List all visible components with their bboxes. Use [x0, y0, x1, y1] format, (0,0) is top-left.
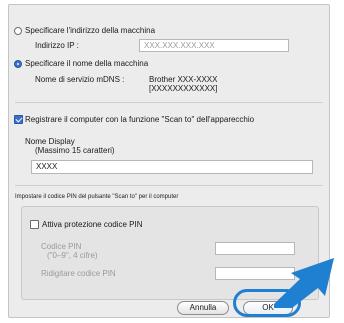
pin-enable-checkbox[interactable] — [30, 220, 39, 229]
separator — [15, 102, 323, 103]
pointer-arrow-icon — [274, 258, 334, 308]
ip-address-input[interactable]: XXX.XXX.XXX.XXX — [139, 39, 289, 52]
pin-enable-label: Attiva protezione codice PIN — [42, 220, 143, 229]
radio-specify-name[interactable] — [14, 60, 22, 68]
pin-confirm-label: Ridigitare codice PIN — [41, 269, 116, 278]
ip-label: Indirizzo IP : — [35, 41, 79, 50]
display-name-input[interactable]: XXXX — [31, 160, 313, 174]
radio-specify-ip-label: Specificare l'indirizzo della macchina — [25, 26, 156, 35]
radio-specify-ip[interactable] — [14, 27, 22, 35]
mdns-value: Brother XXX-XXXX — [149, 75, 218, 84]
scan-to-checkbox[interactable] — [14, 115, 23, 124]
pin-label: Codice PIN — [41, 242, 82, 251]
scan-to-label: Registrare il computer con la funzione "… — [25, 115, 255, 124]
mdns-label: Nome di servizio mDNS : — [35, 75, 125, 84]
separator — [15, 185, 323, 186]
mdns-value-id: [XXXXXXXXXXXX] — [149, 84, 218, 93]
pin-hint: ("0–9", 4 cifre) — [47, 251, 98, 260]
display-name-label: Nome Display — [25, 137, 75, 146]
cancel-button[interactable]: Annulla — [177, 301, 229, 315]
display-name-hint: (Massimo 15 caratteri) — [35, 146, 115, 155]
radio-specify-name-label: Specificare il nome della macchina — [25, 59, 149, 68]
pin-section-label: Impostare il codice PIN del pulsante "Sc… — [15, 194, 179, 200]
